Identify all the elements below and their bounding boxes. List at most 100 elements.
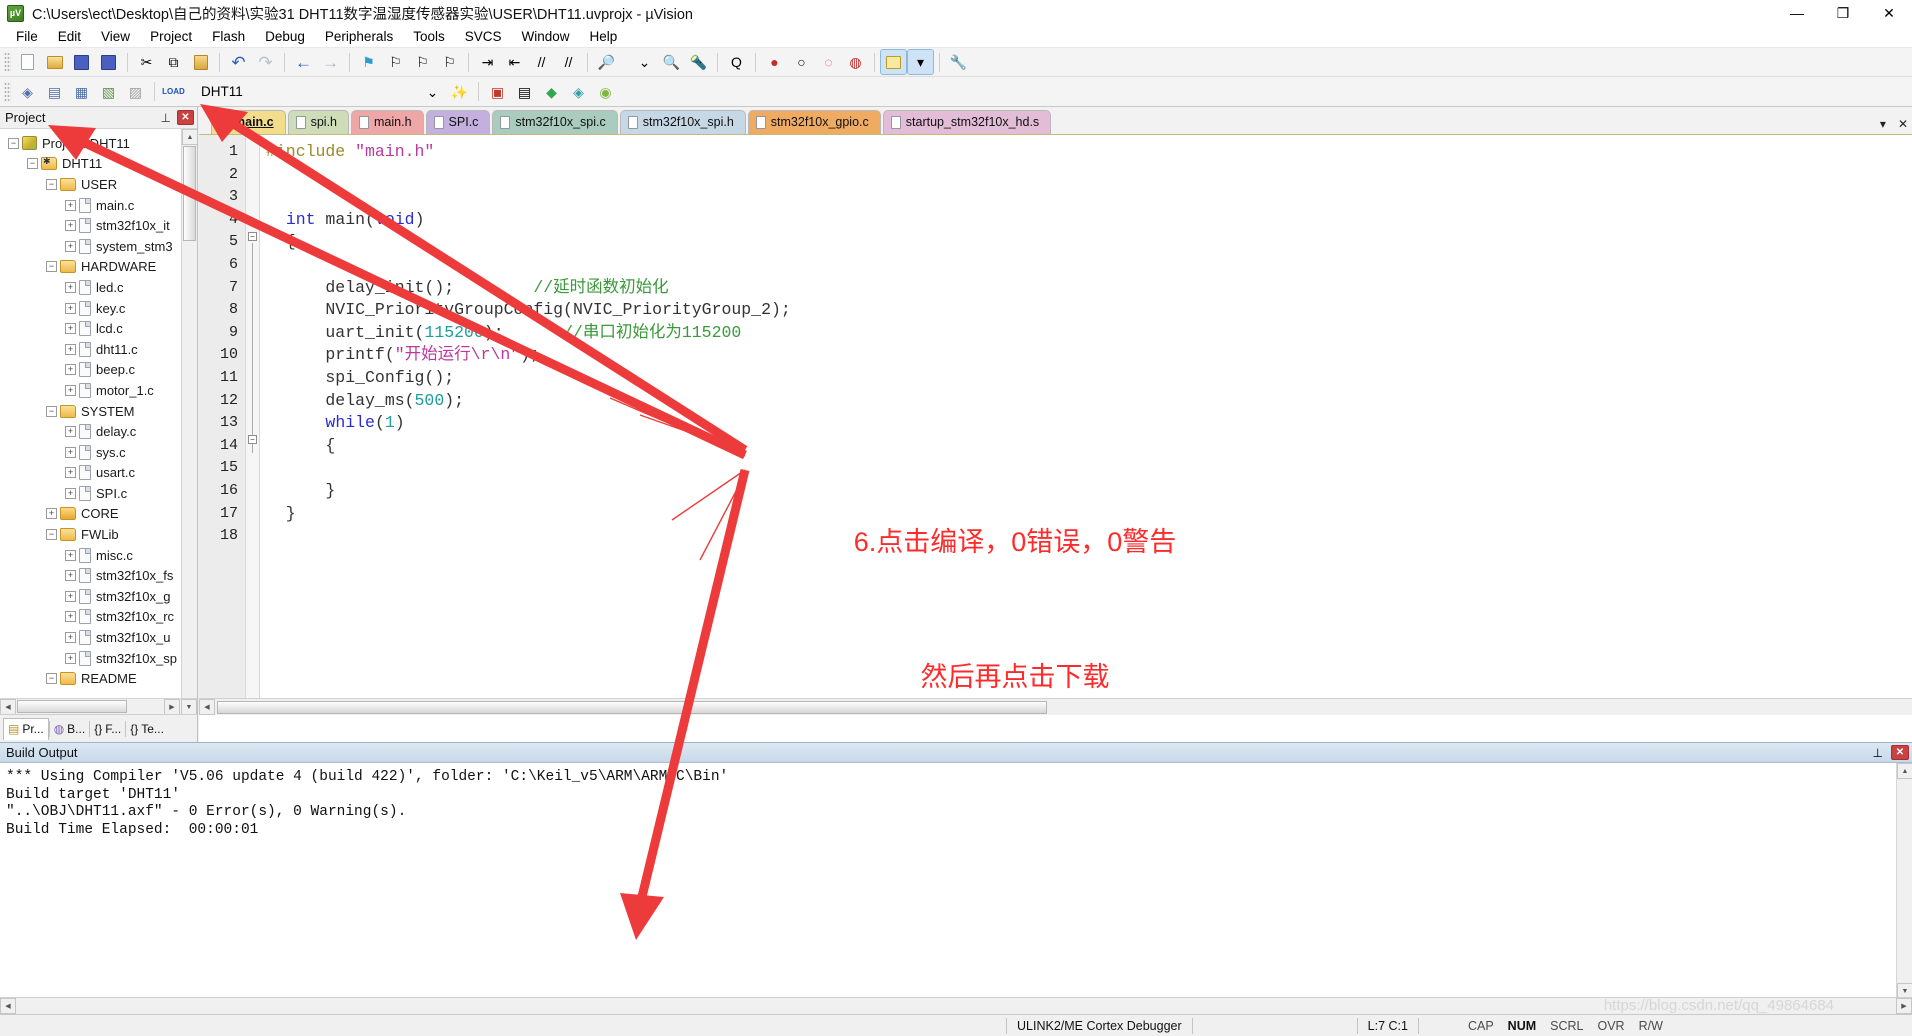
stop-build-icon[interactable]: ▨ — [123, 80, 148, 104]
tree-item-main-c[interactable]: + main.c — [0, 195, 197, 216]
expand-icon[interactable]: + — [65, 384, 76, 396]
menu-item-tools[interactable]: Tools — [403, 27, 455, 46]
code-line[interactable]: printf("开始运行\r\n"); — [266, 344, 1912, 367]
build-icon[interactable]: ▤ — [42, 80, 67, 104]
download-icon[interactable]: LOAD — [161, 80, 186, 104]
tree-item-hardware[interactable]: − HARDWARE — [0, 257, 197, 278]
tree-item-motor-1-c[interactable]: + motor_1.c — [0, 380, 197, 401]
manage-multi-project-icon[interactable]: ▤ — [512, 80, 537, 104]
tree-item-dht11[interactable]: − DHT11 — [0, 154, 197, 175]
expand-icon[interactable]: + — [65, 281, 76, 293]
tree-item-stm32f10x-rc[interactable]: + stm32f10x_rc — [0, 607, 197, 628]
manage-windows-icon[interactable] — [880, 49, 907, 75]
translate-icon[interactable]: ◈ — [15, 80, 40, 104]
save-all-icon[interactable] — [96, 50, 121, 74]
fold-margin[interactable]: − − — [246, 135, 260, 715]
collapse-icon[interactable]: − — [46, 405, 57, 417]
project-tree[interactable]: −Project: DHT11−DHT11−USER+main.c+stm32f… — [0, 129, 197, 698]
build-output-text[interactable]: *** Using Compiler 'V5.06 update 4 (buil… — [0, 763, 1912, 988]
tree-item-project-dht11[interactable]: − Project: DHT11 — [0, 133, 197, 154]
paste-icon[interactable] — [188, 50, 213, 74]
code-line[interactable]: uart_init(115200); //串口初始化为115200 — [266, 322, 1912, 345]
navigate-backward-icon[interactable]: ← — [291, 50, 316, 74]
editor-tab-startup-stm32f10x-hd-s[interactable]: startup_stm32f10x_hd.s — [882, 110, 1052, 134]
debug-session-icon[interactable]: Q — [724, 50, 749, 74]
expand-icon[interactable]: + — [65, 446, 76, 458]
collapse-icon[interactable]: − — [27, 158, 38, 170]
manage-project-items-icon[interactable]: ▣ — [485, 80, 510, 104]
target-selector[interactable]: DHT11 — [195, 81, 341, 103]
new-file-icon[interactable] — [15, 50, 40, 74]
kill-breakpoint-icon[interactable]: ○ — [789, 50, 814, 74]
clear-bookmarks-icon[interactable]: ⚐ — [437, 50, 462, 74]
tree-item-stm32f10x-it[interactable]: + stm32f10x_it — [0, 215, 197, 236]
cut-icon[interactable]: ✂ — [134, 50, 159, 74]
collapse-icon[interactable]: − — [46, 178, 57, 190]
tree-item-dht11-c[interactable]: + dht11.c — [0, 339, 197, 360]
build-scroll-up-icon[interactable]: ▲ — [1897, 763, 1912, 779]
editor-tab-main-h[interactable]: main.h — [351, 110, 424, 134]
tree-item-lcd-c[interactable]: + lcd.c — [0, 318, 197, 339]
manage-windows-dropdown-icon[interactable]: ▾ — [907, 49, 934, 75]
expand-icon[interactable]: + — [65, 549, 76, 561]
scroll-menu-arrow-icon[interactable]: ▼ — [181, 699, 197, 715]
expand-icon[interactable]: + — [65, 302, 76, 314]
code-line[interactable] — [266, 186, 1912, 209]
copy-icon[interactable]: ⧉ — [161, 50, 186, 74]
uncomment-icon[interactable]: // — [556, 50, 581, 74]
fold-box-line14[interactable]: − — [248, 435, 257, 444]
configure-icon[interactable]: 🔧 — [946, 50, 971, 74]
expand-icon[interactable]: + — [65, 652, 76, 664]
editor-tab-main-c[interactable]: main.c — [211, 110, 286, 134]
panel-tab-f[interactable]: {} F... — [90, 718, 125, 740]
tree-item-key-c[interactable]: + key.c — [0, 298, 197, 319]
scroll-right-arrow-icon[interactable]: ▶ — [164, 699, 180, 715]
menu-item-debug[interactable]: Debug — [255, 27, 315, 46]
comment-icon[interactable]: // — [529, 50, 554, 74]
outdent-icon[interactable]: ⇤ — [502, 50, 527, 74]
find-icon[interactable]: 🔍 — [659, 50, 684, 74]
collapse-icon[interactable]: − — [46, 673, 57, 685]
expand-icon[interactable]: + — [65, 364, 76, 376]
indent-icon[interactable]: ⇥ — [475, 50, 500, 74]
previous-bookmark-icon[interactable]: ⚐ — [383, 50, 408, 74]
kill-all-breakpoints-icon[interactable]: ◍ — [843, 50, 868, 74]
expand-icon[interactable]: + — [65, 611, 76, 623]
menu-item-project[interactable]: Project — [140, 27, 202, 46]
tree-item-usart-c[interactable]: + usart.c — [0, 463, 197, 484]
scroll-left-arrow-icon[interactable]: ◀ — [0, 698, 16, 715]
close-icon[interactable]: ✕ — [177, 110, 194, 125]
scroll-thumb[interactable] — [183, 146, 196, 241]
project-tree-hscrollbar[interactable]: ◀ ▶ ▼ — [0, 698, 197, 715]
collapse-icon[interactable]: − — [46, 529, 57, 541]
tree-item-sys-c[interactable]: + sys.c — [0, 442, 197, 463]
tree-item-system-stm3[interactable]: + system_stm3 — [0, 236, 197, 257]
incremental-find-icon[interactable]: 🔦 — [686, 50, 711, 74]
navigate-forward-icon[interactable]: → — [318, 50, 343, 74]
menu-item-peripherals[interactable]: Peripherals — [315, 27, 403, 46]
build-toolbar-grip[interactable] — [4, 81, 11, 102]
tree-item-beep-c[interactable]: + beep.c — [0, 360, 197, 381]
restore-button[interactable]: ❐ — [1820, 0, 1866, 26]
tree-item-stm32f10x-fs[interactable]: + stm32f10x_fs — [0, 565, 197, 586]
menu-item-file[interactable]: File — [6, 27, 48, 46]
expand-icon[interactable]: + — [65, 343, 76, 355]
code-line[interactable] — [266, 164, 1912, 187]
expand-icon[interactable]: + — [65, 220, 76, 232]
editor-tab-stm32f10x-spi-c[interactable]: stm32f10x_spi.c — [492, 110, 618, 134]
close-button[interactable]: ✕ — [1866, 0, 1912, 26]
build-scroll-left-icon[interactable]: ◀ — [0, 998, 16, 1014]
editor-tab-spi-c[interactable]: SPI.c — [425, 110, 491, 134]
build-pin-icon[interactable]: ⊥ — [1873, 746, 1883, 760]
expand-icon[interactable]: + — [65, 632, 76, 644]
tree-item-user[interactable]: − USER — [0, 174, 197, 195]
expand-icon[interactable]: + — [65, 323, 76, 335]
panel-tab-pr[interactable]: ▤ Pr... — [3, 717, 49, 740]
search-combo-arrow-icon[interactable]: ⌄ — [632, 50, 657, 74]
tree-item-delay-c[interactable]: + delay.c — [0, 421, 197, 442]
redo-icon[interactable]: ↷ — [253, 50, 278, 74]
tree-item-led-c[interactable]: + led.c — [0, 277, 197, 298]
menu-item-flash[interactable]: Flash — [202, 27, 255, 46]
find-in-files-icon[interactable]: 🔎 — [594, 50, 619, 74]
tab-close-icon[interactable]: ✕ — [1898, 117, 1908, 131]
